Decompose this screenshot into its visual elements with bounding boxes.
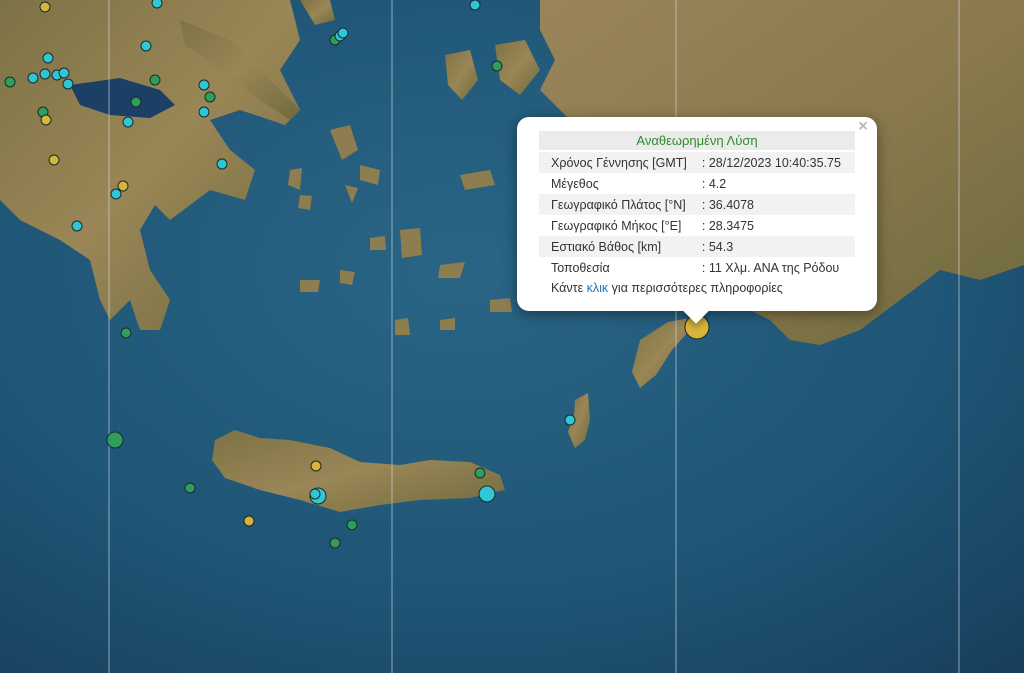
earthquake-marker[interactable]: [110, 188, 122, 200]
earthquake-marker[interactable]: [478, 485, 496, 503]
table-row: Γεωγραφικό Πλάτος [°N] : 36.4078: [539, 194, 855, 215]
earthquake-marker[interactable]: [198, 79, 210, 91]
earthquake-marker[interactable]: [4, 76, 16, 88]
table-row: Χρόνος Γέννησης [GMT] : 28/12/2023 10:40…: [539, 152, 855, 173]
earthquake-marker[interactable]: [62, 78, 74, 90]
table-row: Τοποθεσία : 11 Χλμ. ΑΝΑ της Ρόδου: [539, 257, 855, 278]
earthquake-marker[interactable]: [198, 106, 210, 118]
earthquake-marker[interactable]: [469, 0, 481, 11]
earthquake-marker[interactable]: [149, 74, 161, 86]
earthquake-marker[interactable]: [337, 27, 349, 39]
row-value: : 36.4078: [701, 194, 855, 215]
earthquake-marker[interactable]: [58, 67, 70, 79]
table-row: Μέγεθος : 4.2: [539, 173, 855, 194]
row-value: : 54.3: [701, 236, 855, 257]
popup-title: Αναθεωρημένη Λύση: [539, 131, 855, 150]
row-label: Εστιακό Βάθος [km]: [539, 236, 702, 257]
earthquake-marker[interactable]: [184, 482, 196, 494]
more-info-link[interactable]: κλικ: [587, 281, 609, 295]
close-icon[interactable]: ×: [855, 119, 871, 135]
earthquake-marker[interactable]: [564, 414, 576, 426]
earthquake-marker[interactable]: [310, 460, 322, 472]
earthquake-marker[interactable]: [39, 68, 51, 80]
earthquake-marker[interactable]: [48, 154, 60, 166]
earthquake-marker[interactable]: [122, 116, 134, 128]
row-label: Γεωγραφικό Πλάτος [°N]: [539, 194, 702, 215]
earthquake-marker[interactable]: [216, 158, 228, 170]
earthquake-marker[interactable]: [329, 537, 341, 549]
earthquake-marker[interactable]: [140, 40, 152, 52]
row-value: : 4.2: [701, 176, 727, 191]
popup-content: Αναθεωρημένη Λύση Χρόνος Γέννησης [GMT] …: [539, 131, 855, 295]
info-table: Χρόνος Γέννησης [GMT] : 28/12/2023 10:40…: [539, 152, 855, 278]
earthquake-marker[interactable]: [120, 327, 132, 339]
more-info-text: Κάντε κλικ για περισσότερες πληροφορίες: [551, 281, 783, 295]
earthquake-marker[interactable]: [27, 72, 39, 84]
earthquake-marker[interactable]: [71, 220, 83, 232]
earthquake-marker[interactable]: [106, 431, 124, 449]
earthquake-marker[interactable]: [39, 1, 51, 13]
earthquake-marker[interactable]: [151, 0, 163, 9]
row-value: : 28.3475: [701, 218, 755, 233]
earthquake-marker[interactable]: [130, 96, 142, 108]
row-label: Γεωγραφικό Μήκος [°E]: [551, 218, 682, 233]
row-label: Μέγεθος: [551, 176, 599, 191]
row-value: : 11 Χλμ. ΑΝΑ της Ρόδου: [701, 260, 840, 275]
row-label: Τοποθεσία: [551, 260, 610, 275]
row-label: Χρόνος Γέννησης [GMT]: [539, 152, 702, 173]
row-value: : 28/12/2023 10:40:35.75: [701, 152, 855, 173]
earthquake-marker[interactable]: [346, 519, 358, 531]
earthquake-popup: × Αναθεωρημένη Λύση Χρόνος Γέννησης [GMT…: [517, 117, 877, 324]
earthquake-marker[interactable]: [243, 515, 255, 527]
earthquake-marker[interactable]: [117, 180, 129, 192]
earthquake-marker[interactable]: [42, 52, 54, 64]
table-row: Γεωγραφικό Μήκος [°E] : 28.3475: [539, 215, 855, 236]
earthquake-marker[interactable]: [474, 467, 486, 479]
earthquake-marker[interactable]: [40, 114, 52, 126]
earthquake-marker[interactable]: [491, 60, 503, 72]
earthquake-marker[interactable]: [309, 488, 321, 500]
earthquake-marker[interactable]: [204, 91, 216, 103]
table-row: Εστιακό Βάθος [km] : 54.3: [539, 236, 855, 257]
satellite-map[interactable]: [0, 0, 1024, 673]
